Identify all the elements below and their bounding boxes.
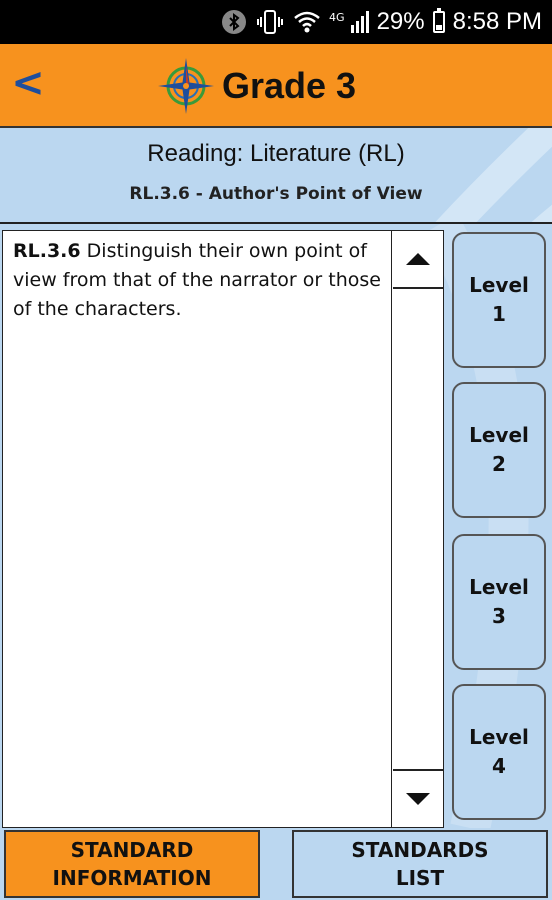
scroll-up-button[interactable]	[393, 231, 443, 289]
status-bar: 4G 29% 8:58 PM	[0, 0, 552, 44]
page-title: Grade 3	[222, 65, 357, 106]
standards-list-button[interactable]: STANDARDS LIST	[292, 830, 548, 898]
arrow-down-icon	[406, 793, 430, 805]
standard-subtitle: RL.3.6 - Author's Point of View	[129, 184, 423, 204]
bottom-bar: STANDARD INFORMATION STANDARDS LIST	[0, 828, 552, 900]
back-button[interactable]: <	[8, 58, 48, 108]
standard-description: RL.3.6 Distinguish their own point of vi…	[13, 237, 387, 324]
scrollbar[interactable]	[391, 231, 443, 827]
level-2-button[interactable]: Level 2	[452, 382, 546, 518]
standard-text-panel[interactable]: RL.3.6 Distinguish their own point of vi…	[2, 230, 444, 828]
standard-header: Reading: Literature (RL) RL.3.6 - Author…	[0, 128, 552, 224]
level-1-button[interactable]: Level 1	[452, 232, 546, 368]
4g-lte-icon: 4G	[329, 9, 369, 35]
level-3-button[interactable]: Level 3	[452, 534, 546, 670]
standard-code: RL.3.6	[13, 240, 81, 262]
svg-text:4G: 4G	[329, 11, 345, 24]
clock: 8:58 PM	[452, 8, 542, 35]
header-title-group: Grade 3	[156, 52, 356, 120]
compass-logo	[158, 58, 214, 114]
main-area: RL.3.6 Distinguish their own point of vi…	[0, 224, 552, 828]
vibrate-icon	[255, 9, 285, 35]
battery-percent: 29%	[376, 8, 425, 35]
subject-title: Reading: Literature (RL)	[147, 140, 405, 167]
bluetooth-icon	[221, 9, 247, 35]
scroll-down-button[interactable]	[393, 769, 443, 827]
wifi-icon	[293, 9, 321, 35]
level-4-button[interactable]: Level 4	[452, 684, 546, 820]
standard-information-button[interactable]: STANDARD INFORMATION	[4, 830, 260, 898]
arrow-up-icon	[406, 253, 430, 265]
battery-icon	[432, 8, 445, 33]
app-header: < Grade 3	[0, 44, 552, 128]
